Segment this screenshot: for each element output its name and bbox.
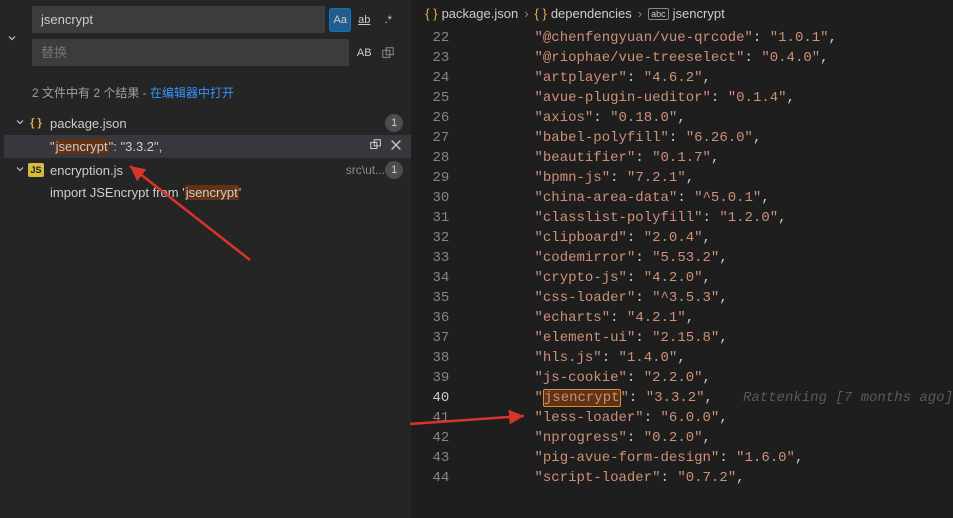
replace-all-button[interactable] — [377, 41, 399, 65]
code-line[interactable]: "avue-plugin-ueditor": "0.1.4", — [467, 88, 953, 108]
chevron-down-icon[interactable] — [6, 32, 18, 47]
file-path: src\ut... — [346, 163, 385, 177]
git-blame-annotation: Rattenking [7 months ago] — [743, 390, 953, 406]
replace-icon[interactable] — [369, 138, 383, 155]
code-line[interactable]: "echarts": "4.2.1", — [467, 308, 953, 328]
code-line[interactable]: "@riophae/vue-treeselect": "0.4.0", — [467, 48, 953, 68]
code-line[interactable]: "pig-avue-form-design": "1.6.0", — [467, 448, 953, 468]
file-name: package.json — [50, 116, 385, 131]
code-line[interactable]: "less-loader": "6.0.0", — [467, 408, 953, 428]
code-line[interactable]: "nprogress": "0.2.0", — [467, 428, 953, 448]
code-line[interactable]: "bpmn-js": "7.2.1", — [467, 168, 953, 188]
string-icon: abc — [648, 8, 669, 20]
code-line[interactable]: "beautifier": "0.1.7", — [467, 148, 953, 168]
code-line[interactable]: "clipboard": "2.0.4", — [467, 228, 953, 248]
results-summary: 2 文件中有 2 个结果 - 在编辑器中打开 — [0, 78, 411, 111]
code-line[interactable]: "artplayer": "4.6.2", — [467, 68, 953, 88]
search-input[interactable] — [32, 6, 325, 33]
js-icon: JS — [28, 163, 44, 177]
code-line[interactable]: "crypto-js": "4.2.0", — [467, 268, 953, 288]
code-editor[interactable]: 2223242526272829303132333435363738394041… — [411, 28, 953, 518]
replace-input[interactable] — [32, 39, 349, 66]
code-line[interactable]: "jsencrypt": "3.3.2",Rattenking [7 month… — [467, 388, 953, 408]
search-match-row[interactable]: "jsencrypt": "3.3.2", — [4, 135, 411, 158]
code-line[interactable]: "china-area-data": "^5.0.1", — [467, 188, 953, 208]
code-line[interactable]: "css-loader": "^3.5.3", — [467, 288, 953, 308]
breadcrumb-item[interactable]: abcjsencrypt — [648, 6, 725, 21]
editor-panel: { }package.json›{ }dependencies›abcjsenc… — [411, 0, 953, 518]
open-in-editor-link[interactable]: 在编辑器中打开 — [150, 86, 234, 100]
search-panel: Aa ab .* AB 2 文件中有 2 个结果 - 在编辑器中打开 { } pa… — [0, 0, 411, 518]
json-icon: { } — [425, 6, 437, 21]
code-line[interactable]: "@chenfengyuan/vue-qrcode": "1.0.1", — [467, 28, 953, 48]
regex-toggle[interactable]: .* — [377, 8, 399, 32]
code-line[interactable]: "element-ui": "2.15.8", — [467, 328, 953, 348]
result-file-row[interactable]: { } package.json1 — [4, 111, 411, 135]
breadcrumb-item[interactable]: { }package.json — [425, 6, 518, 21]
match-count-badge: 1 — [385, 114, 403, 132]
code-line[interactable]: "babel-polyfill": "6.26.0", — [467, 128, 953, 148]
whole-word-toggle[interactable]: ab — [353, 8, 375, 32]
preserve-case-toggle[interactable]: AB — [353, 41, 375, 65]
chevron-down-icon — [14, 116, 28, 131]
result-file-row[interactable]: JS encryption.js src\ut...1 — [4, 158, 411, 182]
code-line[interactable]: "hls.js": "1.4.0", — [467, 348, 953, 368]
breadcrumb-item[interactable]: { }dependencies — [535, 6, 632, 21]
code-line[interactable]: "codemirror": "5.53.2", — [467, 248, 953, 268]
chevron-down-icon — [14, 163, 28, 178]
code-line[interactable]: "axios": "0.18.0", — [467, 108, 953, 128]
json-icon: { } — [535, 6, 547, 21]
dismiss-icon[interactable] — [389, 138, 403, 155]
search-match-row[interactable]: import JSEncrypt from 'jsencrypt' — [4, 182, 411, 203]
file-name: encryption.js — [50, 163, 340, 178]
match-case-toggle[interactable]: Aa — [329, 8, 351, 32]
breadcrumb[interactable]: { }package.json›{ }dependencies›abcjsenc… — [411, 0, 953, 28]
match-count-badge: 1 — [385, 161, 403, 179]
code-line[interactable]: "js-cookie": "2.2.0", — [467, 368, 953, 388]
json-icon: { } — [28, 115, 44, 131]
code-line[interactable]: "classlist-polyfill": "1.2.0", — [467, 208, 953, 228]
code-line[interactable]: "script-loader": "0.7.2", — [467, 468, 953, 488]
